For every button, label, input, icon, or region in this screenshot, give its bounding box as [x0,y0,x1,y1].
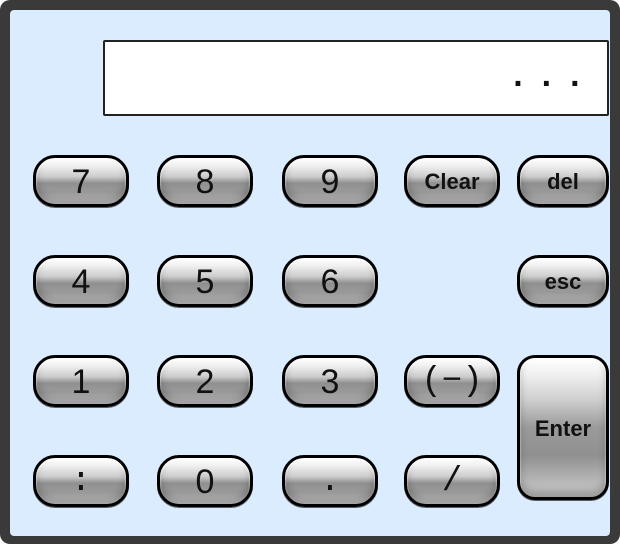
key-9[interactable]: 9 [282,155,378,207]
slash-button[interactable]: / [404,455,500,507]
negate-label: (−) [421,363,483,401]
key-6-label: 6 [320,263,340,301]
decimal-point-label: . [319,463,341,501]
key-5[interactable]: 5 [157,255,253,307]
key-8-label: 8 [195,163,215,201]
key-4[interactable]: 4 [33,255,129,307]
calculator-frame: ... 7 8 9 Clear del 4 5 6 esc 1 2 3 (−) … [0,0,620,544]
del-label: del [547,169,579,194]
key-5-label: 5 [195,263,215,301]
key-2-label: 2 [195,363,215,401]
slash-label: / [441,463,463,501]
key-1-label: 1 [71,363,91,401]
key-1[interactable]: 1 [33,355,129,407]
key-2[interactable]: 2 [157,355,253,407]
key-6[interactable]: 6 [282,255,378,307]
key-4-label: 4 [71,263,91,301]
enter-button[interactable]: Enter [517,355,609,500]
key-7-label: 7 [71,163,91,201]
key-0-label: 0 [195,463,215,501]
esc-button[interactable]: esc [517,255,609,307]
colon-label: : [70,463,92,501]
del-button[interactable]: del [517,155,609,207]
key-7[interactable]: 7 [33,155,129,207]
key-9-label: 9 [320,163,340,201]
display-value: ... [507,59,593,97]
colon-button[interactable]: : [33,455,129,507]
esc-label: esc [544,269,582,294]
display-field: ... [103,40,609,116]
key-8[interactable]: 8 [157,155,253,207]
key-3[interactable]: 3 [282,355,378,407]
calculator-panel: ... 7 8 9 Clear del 4 5 6 esc 1 2 3 (−) … [10,10,610,536]
clear-label: Clear [424,169,480,194]
decimal-point-button[interactable]: . [282,455,378,507]
key-3-label: 3 [320,363,340,401]
enter-label: Enter [534,415,592,441]
key-0[interactable]: 0 [157,455,253,507]
negate-button[interactable]: (−) [404,355,500,407]
clear-button[interactable]: Clear [404,155,500,207]
